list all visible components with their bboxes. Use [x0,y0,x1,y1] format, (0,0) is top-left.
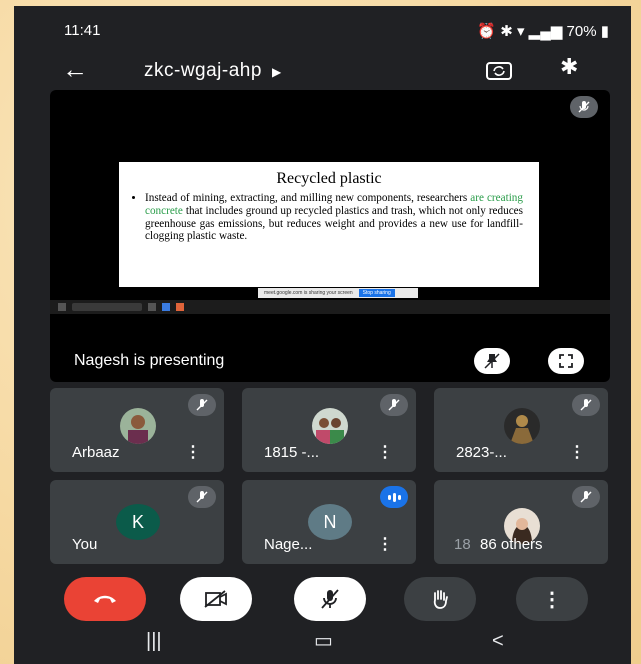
meeting-header: ← zkc-wgaj-ahp ▶ ✱ [14,46,631,94]
nav-back-icon[interactable]: < [492,630,504,653]
back-arrow-icon[interactable]: ← [62,54,88,85]
raise-hand-button[interactable] [404,577,476,621]
windows-start-icon [58,303,66,311]
presentation-view[interactable]: Recycled plastic Instead of mining, extr… [50,90,610,382]
screen-share-strip: meet.google.com is sharing your screen S… [258,288,418,298]
expand-triangle-icon: ▶ [271,65,282,79]
avatar [312,408,348,444]
recent-apps-icon[interactable]: ||| [146,630,162,653]
android-nav-bar: ||| ▭ < [14,626,631,664]
avatar: N [308,504,352,540]
ghost-name: 18 [454,536,471,553]
participant-name: You [72,536,98,553]
status-icons: ⏰ ✱ ▾ ▂▄▆ 70% ▮ [477,23,609,40]
participant-tile[interactable]: N Nage... ⋮ [242,480,416,564]
more-vert-icon[interactable]: ⋮ [377,442,393,462]
status-bar: 11:41 ⏰ ✱ ▾ ▂▄▆ 70% ▮ [14,6,631,46]
avatar [504,408,540,444]
bluetooth-icon[interactable]: ✱ [560,54,578,80]
taskbar-icon [162,303,170,311]
raise-hand-icon [433,590,448,609]
participant-tile[interactable]: 2823-... ⋮ [434,388,608,472]
slide-title: Recycled plastic [276,170,382,187]
taskbar-icon [148,303,156,311]
status-time: 11:41 [64,22,101,39]
more-vert-icon: ⋮ [542,588,562,611]
participant-tile-self[interactable]: K You [50,480,224,564]
slide-bullets: Instead of mining, extracting, and milli… [119,192,539,243]
end-call-icon [94,595,116,603]
participant-tile[interactable]: 1815 -... ⋮ [242,388,416,472]
pin-off-icon[interactable] [474,348,510,374]
shared-slide: Recycled plastic Instead of mining, extr… [119,162,539,287]
more-vert-icon[interactable]: ⋮ [569,442,585,462]
avatar: K [116,504,160,540]
mic-off-icon [570,96,598,118]
speaking-indicator-icon [380,486,408,508]
end-call-button[interactable] [64,577,146,621]
battery-percent: 70% [566,23,597,40]
meeting-code[interactable]: zkc-wgaj-ahp ▶ [144,60,282,82]
participant-name: 1815 -... [264,444,320,461]
stop-sharing-button[interactable]: Stop sharing [358,289,395,297]
mic-off-icon [380,394,408,416]
mic-off-icon [572,394,600,416]
participant-tile[interactable]: Arbaaz ⋮ [50,388,224,472]
participant-name: Arbaaz [72,444,120,461]
more-vert-icon[interactable]: ⋮ [377,534,393,554]
video-off-icon [204,590,227,608]
more-options-button[interactable]: ⋮ [516,577,588,621]
mic-off-icon [321,589,339,609]
camera-toggle-button[interactable] [180,577,252,621]
mic-toggle-button[interactable] [294,577,366,621]
shared-taskbar [50,300,610,314]
home-icon[interactable]: ▭ [314,628,333,653]
avatar [120,408,156,444]
slide-bullet: Instead of mining, extracting, and milli… [145,192,523,243]
switch-camera-icon[interactable] [484,55,514,85]
mic-off-icon [188,394,216,416]
participant-name: Nage... [264,536,313,553]
phone-screen: 11:41 ⏰ ✱ ▾ ▂▄▆ 70% ▮ ← zkc-wgaj-ahp ▶ ✱ … [14,6,631,664]
mic-off-icon [188,486,216,508]
taskbar-search [72,303,142,311]
others-tile[interactable]: 18 86 others [434,480,608,564]
more-vert-icon[interactable]: ⋮ [185,442,201,462]
fullscreen-icon[interactable] [548,348,584,374]
taskbar-icon [176,303,184,311]
others-count: 86 others [480,536,543,553]
mic-off-icon [572,486,600,508]
participant-name: 2823-... [456,444,507,461]
presenting-label: Nagesh is presenting [74,352,225,369]
